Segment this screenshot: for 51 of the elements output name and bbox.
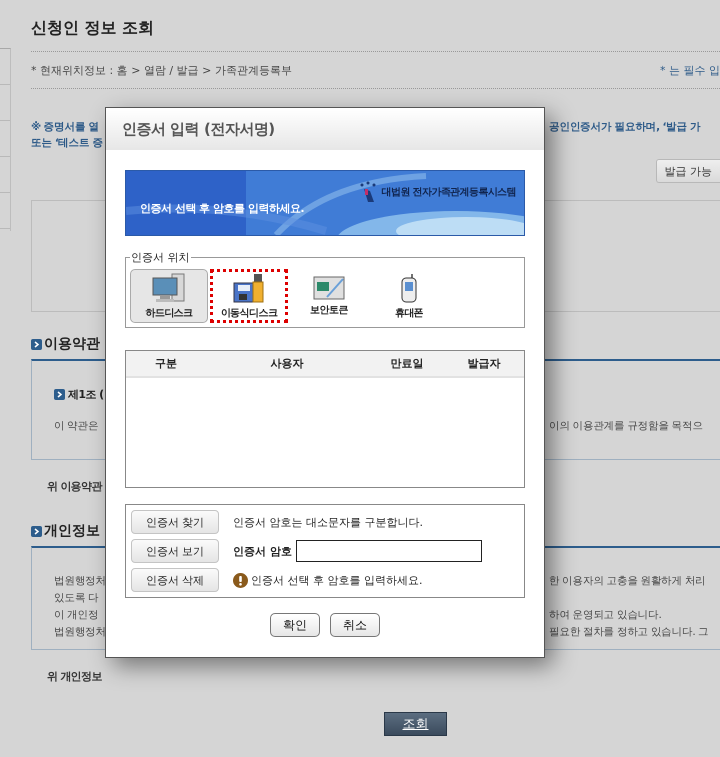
- certificate-button[interactable]: 인증서 삭제: [131, 568, 219, 592]
- search-button[interactable]: 조회: [384, 712, 447, 736]
- notice-text: 또는 ‘테스트 증: [31, 136, 103, 151]
- column-header: 구분: [154, 356, 178, 371]
- floppy-usb-icon: [233, 272, 265, 302]
- bullet-icon: [31, 526, 42, 536]
- dialog-button[interactable]: 취소: [330, 613, 380, 637]
- article-heading: 제1조 (: [68, 387, 104, 402]
- text-fragment: 있도록 다: [54, 591, 98, 606]
- certificate-button[interactable]: 인증서 찾기: [131, 510, 219, 534]
- text-fragment: 한 이용자의 고충을 원활하게 처리: [549, 574, 706, 589]
- security-token-icon: [313, 276, 345, 300]
- mobile-phone-icon: [400, 272, 418, 302]
- location-option[interactable]: 보안토큰: [290, 269, 368, 323]
- text-fragment: 법원행정처: [54, 625, 106, 640]
- hint-text: 인증서 암호는 대소문자를 구분합니다.: [233, 514, 423, 530]
- text-fragment: 하여 운영되고 있습니다.: [549, 608, 662, 623]
- location-option[interactable]: 하드디스크: [130, 269, 208, 323]
- page-title: 신청인 정보 조회: [31, 18, 156, 38]
- password-label: 인증서 암호: [233, 544, 292, 558]
- text-fragment: 법원행정처: [54, 574, 106, 589]
- column-header: 만료일: [390, 356, 424, 371]
- issue-available-button[interactable]: 발급 가능: [656, 159, 720, 183]
- notice-text: 공인인증서가 필요하며, ‘발급 가: [549, 120, 700, 135]
- certificate-button[interactable]: 인증서 보기: [131, 539, 219, 563]
- system-name: 대법원 전자가족관계등록시스템: [382, 186, 516, 199]
- group-label: 인증서 위치: [130, 250, 190, 265]
- location-option[interactable]: 휴대폰: [370, 269, 448, 323]
- breadcrumb: * 현재위치정보 : 홈 > 열람 / 발급 > 가족관계등록부: [31, 62, 292, 78]
- column-header: 발급자: [466, 356, 502, 371]
- terms-agree-label: 위 이용약관: [47, 479, 102, 494]
- bullet-icon: [31, 338, 42, 350]
- section-heading: 개인정보: [44, 522, 100, 540]
- location-option[interactable]: 이동식디스크: [210, 269, 288, 323]
- required-note: * 는 필수 입: [660, 62, 720, 78]
- text-fragment: 필요한 절차를 정하고 있습니다. 그: [549, 625, 708, 640]
- password-field[interactable]: [296, 540, 482, 562]
- bullet-icon: [54, 389, 65, 400]
- notice-text: ※ 증명서를 열: [31, 120, 99, 135]
- warning-icon: [233, 572, 248, 588]
- dialog-title: 인증서 입력 (전자서명): [106, 108, 544, 150]
- dialog-button[interactable]: 확인: [270, 613, 320, 637]
- text-fragment: 이의 이용관계를 규정함을 목적으: [549, 419, 703, 434]
- column-header: 사용자: [270, 356, 304, 371]
- text-fragment: 이 개인정: [54, 608, 98, 623]
- privacy-agree-label: 위 개인정보: [47, 669, 102, 684]
- computer-icon: [152, 272, 186, 302]
- warning-text: 인증서 선택 후 암호를 입력하세요.: [251, 572, 422, 588]
- section-heading: 이용약관: [44, 335, 100, 353]
- text-fragment: 이 약관은: [54, 419, 98, 434]
- banner-message: 인증서 선택 후 암호를 입력하세요.: [140, 200, 304, 216]
